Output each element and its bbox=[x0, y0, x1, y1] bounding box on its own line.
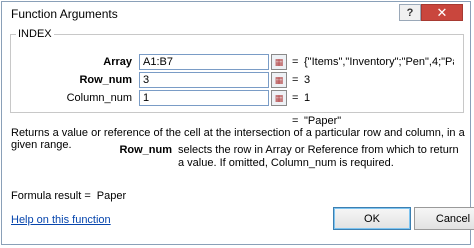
array-evaluated-value: {"Items","Inventory";"Pen",4;"Paper",1;" bbox=[304, 56, 454, 68]
array-equals: = bbox=[292, 56, 299, 68]
function-name-label: INDEX bbox=[16, 28, 54, 40]
cancel-button[interactable]: Cancel bbox=[414, 207, 474, 230]
collapse-dialog-icon: ▦ bbox=[274, 92, 284, 103]
column-num-label: Column_num bbox=[66, 92, 132, 104]
close-button[interactable]: ✕ bbox=[421, 4, 463, 21]
column-num-evaluated-value: 1 bbox=[304, 92, 311, 104]
result-preview-value: "Paper" bbox=[304, 115, 342, 127]
function-arguments-dialog: Function Arguments ? ✕ INDEX Array A1:B7… bbox=[1, 1, 474, 245]
row-num-evaluated-value: 3 bbox=[304, 74, 311, 86]
row-num-label: Row_num bbox=[79, 74, 132, 86]
argument-help-text: selects the row in Array or Reference fr… bbox=[178, 144, 459, 169]
formula-result-label: Formula result = bbox=[11, 190, 91, 202]
row-num-input[interactable]: 3 bbox=[139, 72, 269, 88]
help-button[interactable]: ? bbox=[399, 4, 421, 21]
column-num-input[interactable]: 1 bbox=[139, 90, 269, 106]
argument-help-name: Row_num bbox=[119, 144, 172, 156]
row-num-equals: = bbox=[292, 74, 299, 86]
column-num-collapse-button[interactable]: ▦ bbox=[271, 90, 287, 106]
formula-result-value: Paper bbox=[96, 190, 127, 202]
title-bar[interactable]: Function Arguments ? ✕ bbox=[2, 2, 470, 24]
array-label: Array bbox=[103, 56, 132, 68]
row-num-collapse-button[interactable]: ▦ bbox=[271, 72, 287, 88]
collapse-dialog-icon: ▦ bbox=[274, 56, 284, 67]
array-input[interactable]: A1:B7 bbox=[139, 54, 269, 70]
array-collapse-button[interactable]: ▦ bbox=[271, 54, 287, 70]
collapse-dialog-icon: ▦ bbox=[274, 74, 284, 85]
column-num-equals: = bbox=[292, 92, 299, 104]
result-equals: = bbox=[292, 115, 299, 127]
ok-button[interactable]: OK bbox=[333, 207, 411, 230]
dialog-title: Function Arguments bbox=[11, 7, 118, 21]
help-on-function-link[interactable]: Help on this function bbox=[11, 214, 111, 226]
formula-result: Formula result = Paper bbox=[11, 190, 126, 202]
